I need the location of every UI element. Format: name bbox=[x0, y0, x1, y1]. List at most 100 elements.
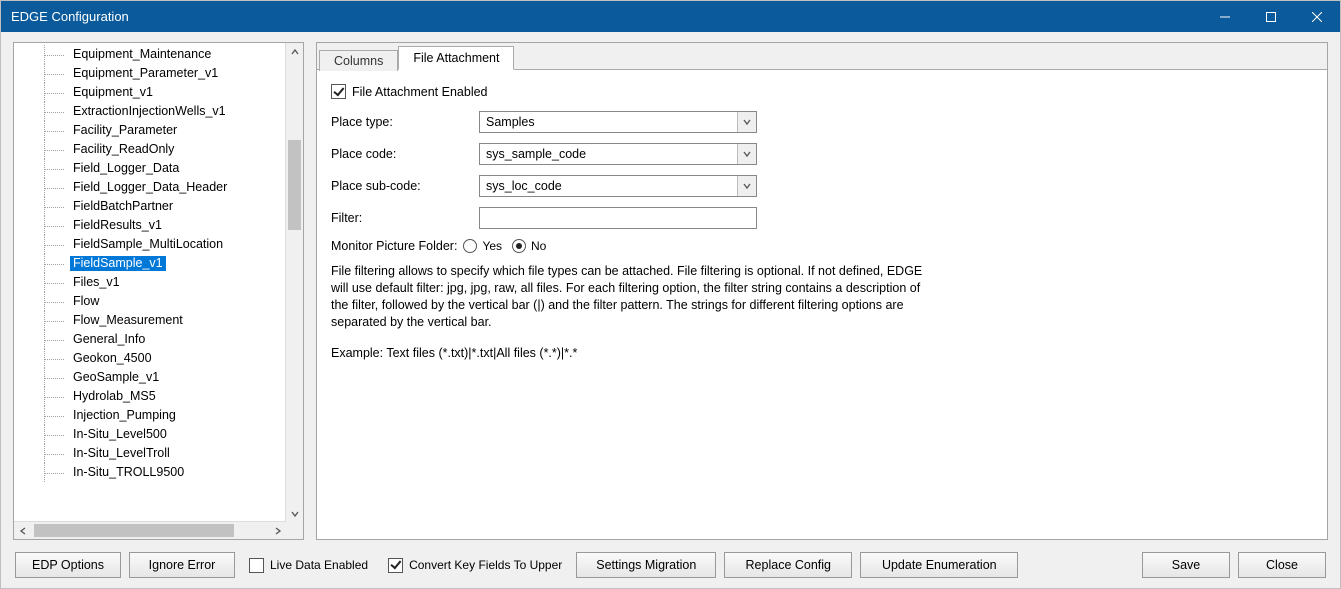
scroll-down-icon[interactable] bbox=[286, 505, 303, 522]
tree-item-label: In-Situ_Level500 bbox=[70, 427, 170, 442]
tree-item[interactable]: In-Situ_Level500 bbox=[14, 425, 286, 444]
bottombar: EDP Options Ignore Error Live Data Enabl… bbox=[13, 548, 1328, 580]
close-dialog-button[interactable]: Close bbox=[1238, 552, 1326, 578]
tree-item[interactable]: FieldBatchPartner bbox=[14, 197, 286, 216]
place-type-row: Place type: Samples bbox=[331, 111, 1313, 133]
convert-upper-label: Convert Key Fields To Upper bbox=[409, 558, 562, 572]
tree-item-label: FieldSample_v1 bbox=[70, 256, 166, 271]
place-code-combo[interactable]: sys_sample_code bbox=[479, 143, 757, 165]
place-subcode-value: sys_loc_code bbox=[480, 179, 562, 193]
minimize-button[interactable] bbox=[1202, 1, 1248, 32]
chevron-down-icon[interactable] bbox=[737, 176, 756, 196]
place-type-combo[interactable]: Samples bbox=[479, 111, 757, 133]
place-subcode-combo[interactable]: sys_loc_code bbox=[479, 175, 757, 197]
tree-vertical-scrollbar[interactable] bbox=[285, 43, 303, 522]
scroll-thumb[interactable] bbox=[288, 140, 301, 230]
tree-item[interactable]: Field_Logger_Data_Header bbox=[14, 178, 286, 197]
live-data-checkbox[interactable] bbox=[249, 558, 264, 573]
tree-viewport: Equipment_Maintenance Equipment_Parameter… bbox=[14, 43, 303, 539]
ignore-error-button[interactable]: Ignore Error bbox=[129, 552, 235, 578]
tree-item-label: Files_v1 bbox=[70, 275, 123, 290]
titlebar: EDGE Configuration bbox=[1, 1, 1340, 32]
tree-item[interactable]: Flow_Measurement bbox=[14, 311, 286, 330]
filter-input[interactable] bbox=[479, 207, 757, 229]
tree-item[interactable]: Facility_ReadOnly bbox=[14, 140, 286, 159]
tree-item[interactable]: FieldSample_v1 bbox=[14, 254, 286, 273]
live-data-option[interactable]: Live Data Enabled bbox=[249, 558, 368, 573]
tree-item[interactable]: In-Situ_TROLL9500 bbox=[14, 463, 286, 482]
tree-item-label: In-Situ_TROLL9500 bbox=[70, 465, 187, 480]
tree-item[interactable]: Hydrolab_MS5 bbox=[14, 387, 286, 406]
filter-row: Filter: bbox=[331, 207, 1313, 229]
tree-horizontal-scrollbar[interactable] bbox=[14, 521, 286, 539]
tree-item-label: FieldResults_v1 bbox=[70, 218, 165, 233]
tree-item-label: Injection_Pumping bbox=[70, 408, 179, 423]
tab-columns[interactable]: Columns bbox=[319, 50, 398, 71]
tree-item[interactable]: Flow bbox=[14, 292, 286, 311]
save-button[interactable]: Save bbox=[1142, 552, 1230, 578]
enable-file-attachment-checkbox[interactable] bbox=[331, 84, 346, 99]
place-code-label: Place code: bbox=[331, 147, 479, 161]
tab-body: File Attachment Enabled Place type: Samp… bbox=[317, 70, 1327, 539]
tree-item[interactable]: Files_v1 bbox=[14, 273, 286, 292]
close-button[interactable] bbox=[1294, 1, 1340, 32]
tree-item-label: FieldBatchPartner bbox=[70, 199, 176, 214]
tree-item-label: General_Info bbox=[70, 332, 148, 347]
tree-item[interactable]: Equipment_Maintenance bbox=[14, 45, 286, 64]
maximize-icon bbox=[1266, 12, 1276, 22]
monitor-row: Monitor Picture Folder: Yes No bbox=[331, 239, 1313, 253]
tree-item[interactable]: Field_Logger_Data bbox=[14, 159, 286, 178]
tree-item[interactable]: GeoSample_v1 bbox=[14, 368, 286, 387]
tree-item-label: Facility_Parameter bbox=[70, 123, 180, 138]
radio-icon bbox=[463, 239, 477, 253]
convert-upper-option[interactable]: Convert Key Fields To Upper bbox=[388, 558, 562, 573]
update-enumeration-button[interactable]: Update Enumeration bbox=[860, 552, 1018, 578]
filter-help-text: File filtering allows to specify which f… bbox=[331, 263, 941, 331]
tree-item-label: Flow bbox=[70, 294, 102, 309]
monitor-no-option[interactable]: No bbox=[512, 239, 546, 253]
tree-item[interactable]: Geokon_4500 bbox=[14, 349, 286, 368]
tree-list[interactable]: Equipment_Maintenance Equipment_Parameter… bbox=[14, 43, 286, 522]
tree-panel: Equipment_Maintenance Equipment_Parameter… bbox=[13, 42, 304, 540]
monitor-no-label: No bbox=[531, 239, 546, 253]
chevron-down-icon[interactable] bbox=[737, 112, 756, 132]
window: EDGE Configuration Equipment_Maintenance… bbox=[0, 0, 1341, 589]
tab-file-attachment[interactable]: File Attachment bbox=[398, 46, 514, 70]
window-buttons bbox=[1202, 1, 1340, 32]
tree-item[interactable]: General_Info bbox=[14, 330, 286, 349]
tree-item-label: Flow_Measurement bbox=[70, 313, 186, 328]
edp-options-button[interactable]: EDP Options bbox=[15, 552, 121, 578]
tree-item[interactable]: FieldResults_v1 bbox=[14, 216, 286, 235]
tree-item-label: In-Situ_LevelTroll bbox=[70, 446, 173, 461]
convert-upper-checkbox[interactable] bbox=[388, 558, 403, 573]
tree-item-label: Hydrolab_MS5 bbox=[70, 389, 159, 404]
tree-item-label: Equipment_Maintenance bbox=[70, 47, 214, 62]
tree-item-label: Field_Logger_Data bbox=[70, 161, 182, 176]
scroll-track[interactable] bbox=[286, 60, 303, 505]
tree-item[interactable]: In-Situ_LevelTroll bbox=[14, 444, 286, 463]
tree-item[interactable]: Equipment_v1 bbox=[14, 83, 286, 102]
place-code-row: Place code: sys_sample_code bbox=[331, 143, 1313, 165]
content-panel: Columns File Attachment File Attachment … bbox=[316, 42, 1328, 540]
tree-item[interactable]: Injection_Pumping bbox=[14, 406, 286, 425]
tree-item[interactable]: FieldSample_MultiLocation bbox=[14, 235, 286, 254]
tree-item[interactable]: Facility_Parameter bbox=[14, 121, 286, 140]
settings-migration-button[interactable]: Settings Migration bbox=[576, 552, 716, 578]
maximize-button[interactable] bbox=[1248, 1, 1294, 32]
hscroll-thumb[interactable] bbox=[34, 524, 234, 537]
tree-item[interactable]: ExtractionInjectionWells_v1 bbox=[14, 102, 286, 121]
scroll-left-icon[interactable] bbox=[14, 522, 31, 539]
place-type-label: Place type: bbox=[331, 115, 479, 129]
scroll-right-icon[interactable] bbox=[269, 522, 286, 539]
chevron-down-icon[interactable] bbox=[737, 144, 756, 164]
replace-config-button[interactable]: Replace Config bbox=[724, 552, 852, 578]
tree-item-label: Geokon_4500 bbox=[70, 351, 155, 366]
tree-item-label: Facility_ReadOnly bbox=[70, 142, 177, 157]
filter-example-text: Example: Text files (*.txt)|*.txt|All fi… bbox=[331, 345, 941, 362]
tree-item-label: ExtractionInjectionWells_v1 bbox=[70, 104, 229, 119]
scroll-up-icon[interactable] bbox=[286, 43, 303, 60]
place-type-value: Samples bbox=[480, 115, 535, 129]
tree-item[interactable]: Equipment_Parameter_v1 bbox=[14, 64, 286, 83]
monitor-yes-option[interactable]: Yes bbox=[463, 239, 502, 253]
scroll-corner bbox=[286, 522, 303, 539]
